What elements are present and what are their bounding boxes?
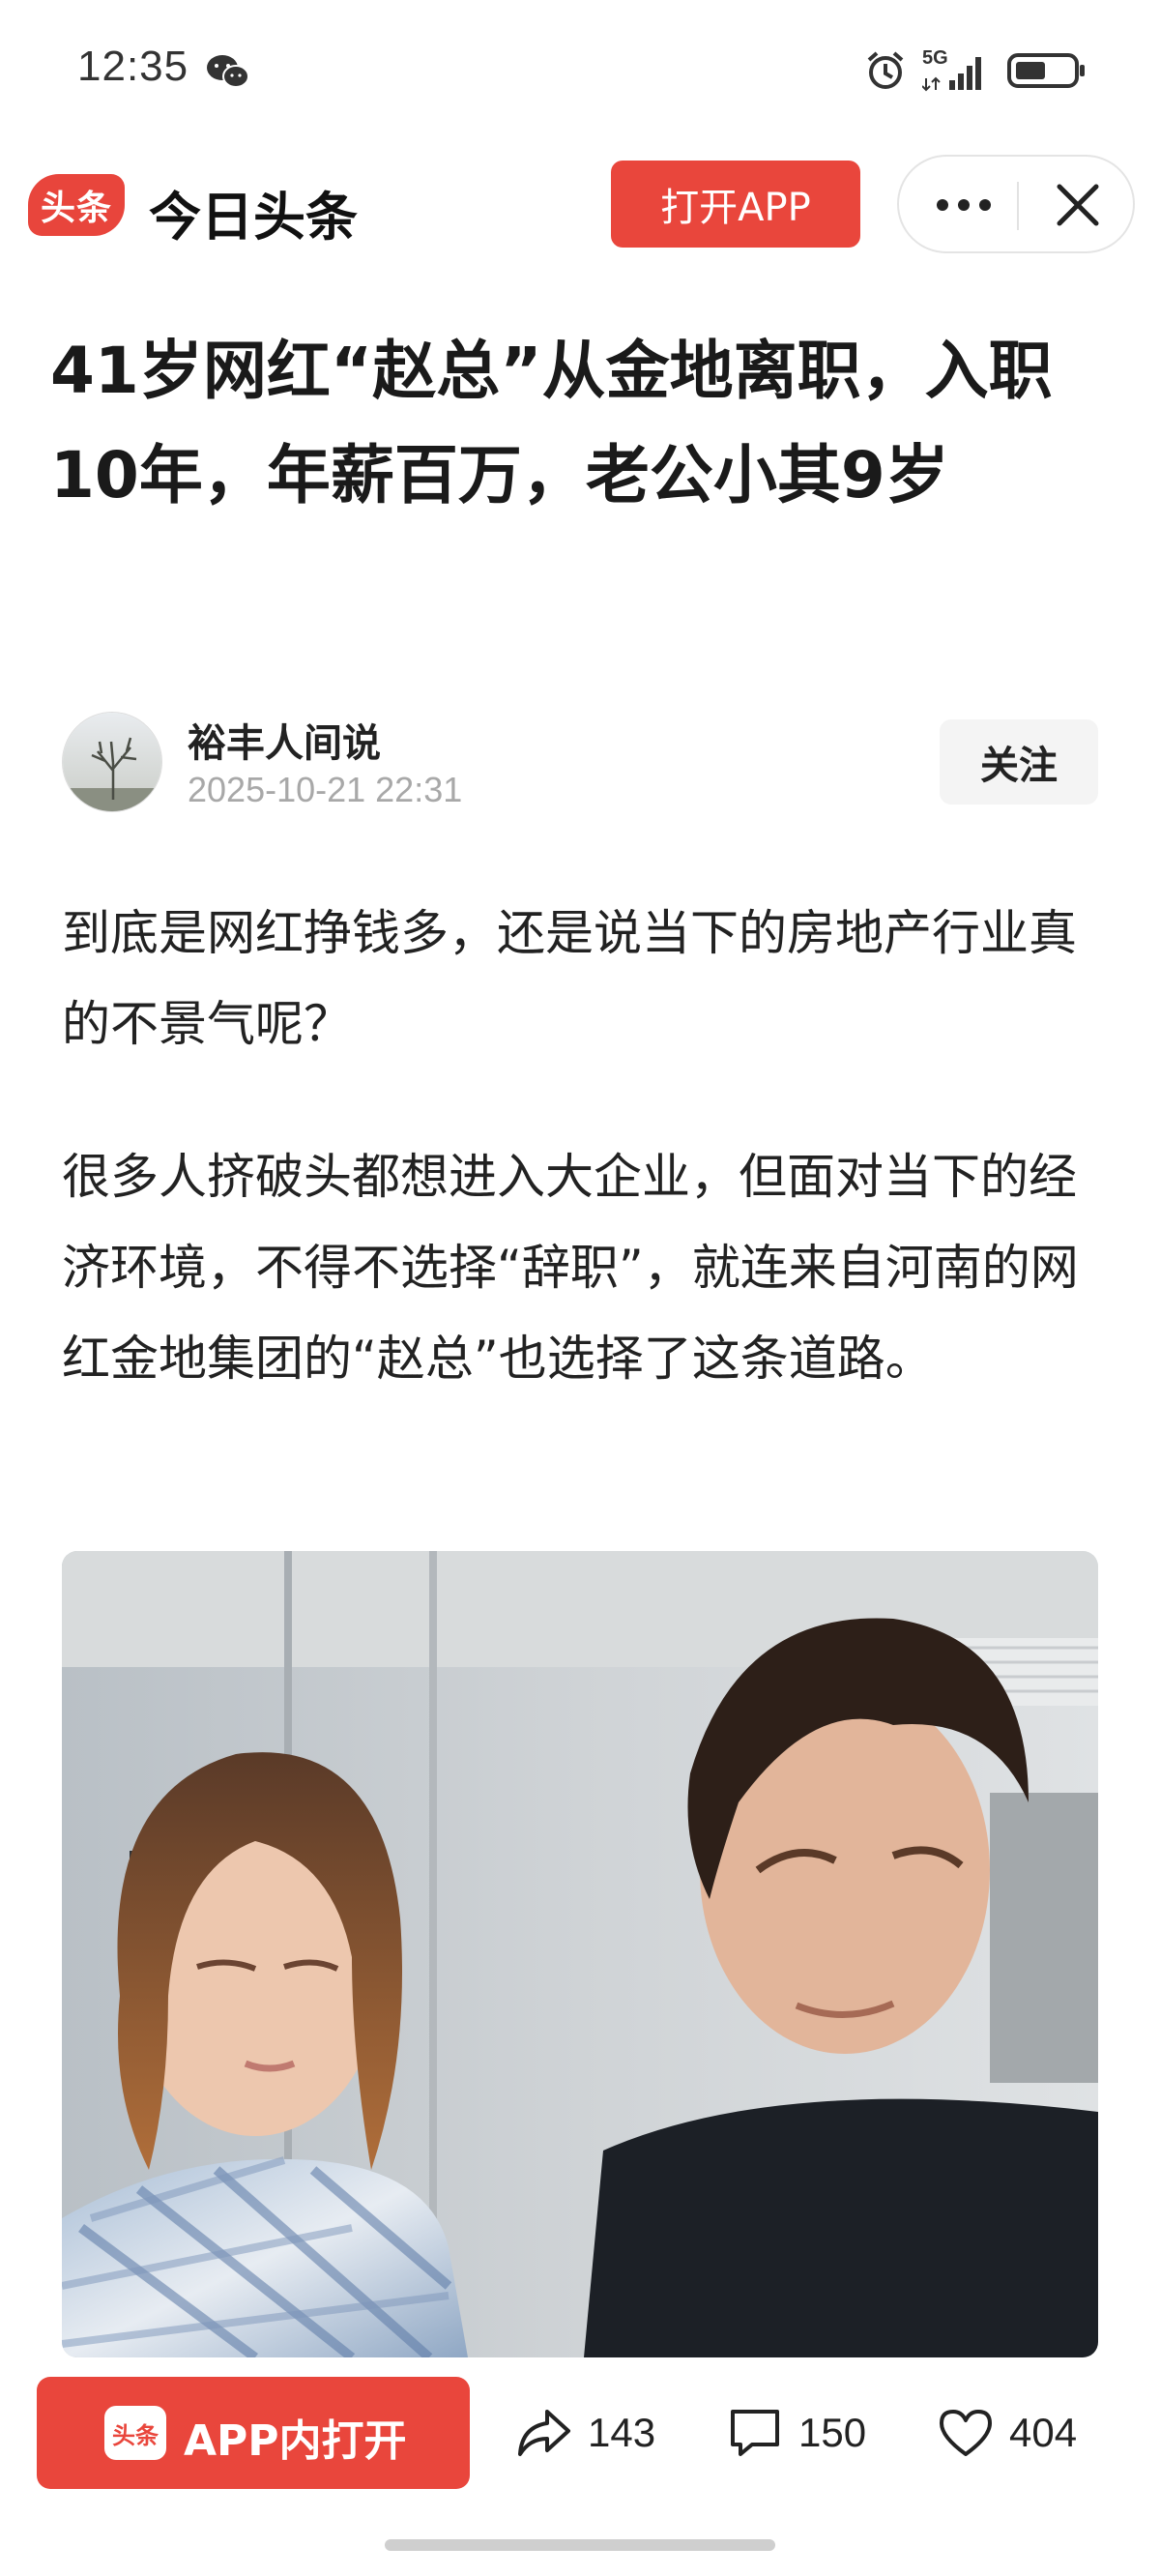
status-time: 12:35 (77, 43, 189, 90)
share-action[interactable]: 143 (516, 2396, 655, 2470)
logo-text: 头条 (28, 174, 125, 236)
paragraph: 很多人挤破头都想进入大企业，但面对当下的经济环境，不得不选择“辞职”，就连来自河… (62, 1149, 1079, 1387)
like-count: 404 (1009, 2410, 1078, 2455)
like-action[interactable]: 404 (938, 2396, 1077, 2470)
comment-count: 150 (798, 2410, 867, 2455)
battery-icon (1007, 53, 1085, 88)
article-title: 41岁网红“赵总”从金地离职，入职10年，年薪百万，老公小其9岁 (50, 334, 1053, 512)
status-bar: 12:35 5G (0, 0, 1160, 145)
share-count: 143 (588, 2410, 656, 2455)
home-indicator[interactable] (385, 2539, 775, 2551)
alarm-icon (867, 51, 904, 89)
open-app-button[interactable]: 打开APP (611, 161, 860, 248)
share-icon (518, 2410, 570, 2456)
close-icon[interactable] (1044, 178, 1112, 232)
app-name: 今日头条 (149, 187, 358, 248)
author-name[interactable]: 裕丰人间说 (188, 712, 381, 768)
comment-icon (731, 2410, 779, 2456)
author-row: 裕丰人间说 2025-10-21 22:31 关注 (0, 706, 1160, 822)
like-icon (940, 2410, 992, 2456)
paragraph: 到底是网红挣钱多，还是说当下的房地产行业真的不景气呢？ (62, 905, 1077, 1052)
status-icons: 5G (864, 44, 1088, 97)
capsule-divider (1017, 182, 1019, 230)
wechat-icon (207, 55, 249, 88)
toutiao-logo: 头条 (23, 159, 130, 251)
more-icon[interactable] (928, 178, 1000, 232)
article-image[interactable] (62, 1551, 1098, 2357)
app-header: 头条 今日头条 打开APP (0, 145, 1160, 261)
post-time: 2025-10-21 22:31 (188, 770, 463, 809)
signal-icon: 5G (922, 47, 992, 94)
open-in-app-label: APP内打开 (184, 2416, 407, 2466)
bottom-action-bar: 头条 APP内打开 143 150 404 (0, 2357, 1160, 2576)
author-avatar[interactable] (62, 712, 162, 812)
mini-program-capsule (897, 155, 1135, 253)
toutiao-small-logo: 头条 (104, 2406, 166, 2460)
open-in-app-button[interactable]: 头条 APP内打开 (37, 2377, 470, 2489)
comment-action[interactable]: 150 (727, 2396, 866, 2470)
follow-button[interactable]: 关注 (940, 719, 1098, 805)
